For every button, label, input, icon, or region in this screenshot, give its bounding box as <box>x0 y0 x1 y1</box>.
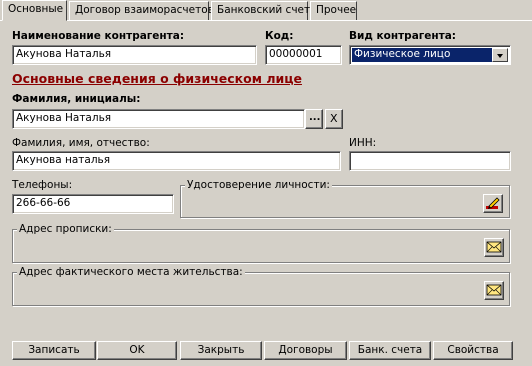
close-button-label: Закрыть <box>197 344 245 356</box>
type-label: Вид контрагента: <box>349 30 457 42</box>
tab-bank-account[interactable]: Банковский счет <box>211 1 311 20</box>
tab-label: Прочее <box>316 4 357 16</box>
bank-accounts-button[interactable]: Банк. счета <box>349 341 431 360</box>
registration-address-group: Адрес прописки: <box>12 223 510 263</box>
phones-label: Телефоны: <box>12 179 73 191</box>
actual-address-label: Адрес фактического места жительства: <box>17 266 245 278</box>
initials-label: Фамилия, инициалы: <box>12 93 141 105</box>
inn-label: ИНН: <box>349 137 377 149</box>
initials-field[interactable]: Акунова Наталья <box>12 109 305 129</box>
code-label: Код: <box>265 30 294 42</box>
tab-other[interactable]: Прочее <box>310 1 357 20</box>
tab-main[interactable]: Основные <box>2 0 67 21</box>
fullname-field[interactable]: Акунова наталья <box>12 151 341 171</box>
properties-button[interactable]: Свойства <box>433 341 513 360</box>
ok-button-label: OK <box>129 344 145 356</box>
section-title: Основные сведения о физическом лице <box>12 71 302 86</box>
save-button-label: Записать <box>28 344 80 356</box>
tab-settlement-contract[interactable]: Договор взаиморасчетов <box>69 1 214 20</box>
clear-button[interactable]: X <box>325 109 343 129</box>
fullname-label: Фамилия, имя, отчество: <box>12 137 150 149</box>
save-button[interactable]: Записать <box>12 341 96 360</box>
close-icon: X <box>330 112 338 125</box>
ellipsis-icon: ... <box>309 112 321 123</box>
id-document-label: Удостоверение личности: <box>185 179 332 191</box>
contracts-button[interactable]: Договоры <box>264 341 347 360</box>
type-select[interactable]: Физическое лицо <box>349 45 511 65</box>
envelope-icon <box>486 241 502 253</box>
properties-button-label: Свойства <box>447 344 499 356</box>
bank-accounts-button-label: Банк. счета <box>357 344 423 356</box>
edit-actual-address-button[interactable] <box>484 281 504 300</box>
name-label: Наименование контрагента: <box>12 30 185 42</box>
tab-label: Основные <box>8 3 64 15</box>
pencil-edit-icon <box>486 197 500 209</box>
actual-address-group: Адрес фактического места жительства: <box>12 266 510 306</box>
browse-button[interactable]: ... <box>305 109 323 129</box>
id-document-group: Удостоверение личности: <box>180 179 510 218</box>
registration-address-label: Адрес прописки: <box>17 223 114 235</box>
name-field[interactable]: Акунова Наталья <box>12 45 257 65</box>
inn-field[interactable] <box>349 151 511 171</box>
contracts-button-label: Договоры <box>278 344 333 356</box>
phones-field[interactable]: 266-66-66 <box>12 194 174 214</box>
type-select-value: Физическое лицо <box>352 48 492 62</box>
close-button[interactable]: Закрыть <box>180 341 262 360</box>
chevron-down-icon[interactable] <box>492 48 508 62</box>
edit-registration-address-button[interactable] <box>484 238 504 257</box>
tab-label: Банковский счет <box>217 4 311 16</box>
code-field[interactable]: 00000001 <box>265 45 342 65</box>
envelope-icon <box>486 284 502 296</box>
tab-label: Договор взаиморасчетов <box>75 4 214 16</box>
ok-button[interactable]: OK <box>97 341 177 360</box>
edit-id-document-button[interactable] <box>483 194 503 213</box>
